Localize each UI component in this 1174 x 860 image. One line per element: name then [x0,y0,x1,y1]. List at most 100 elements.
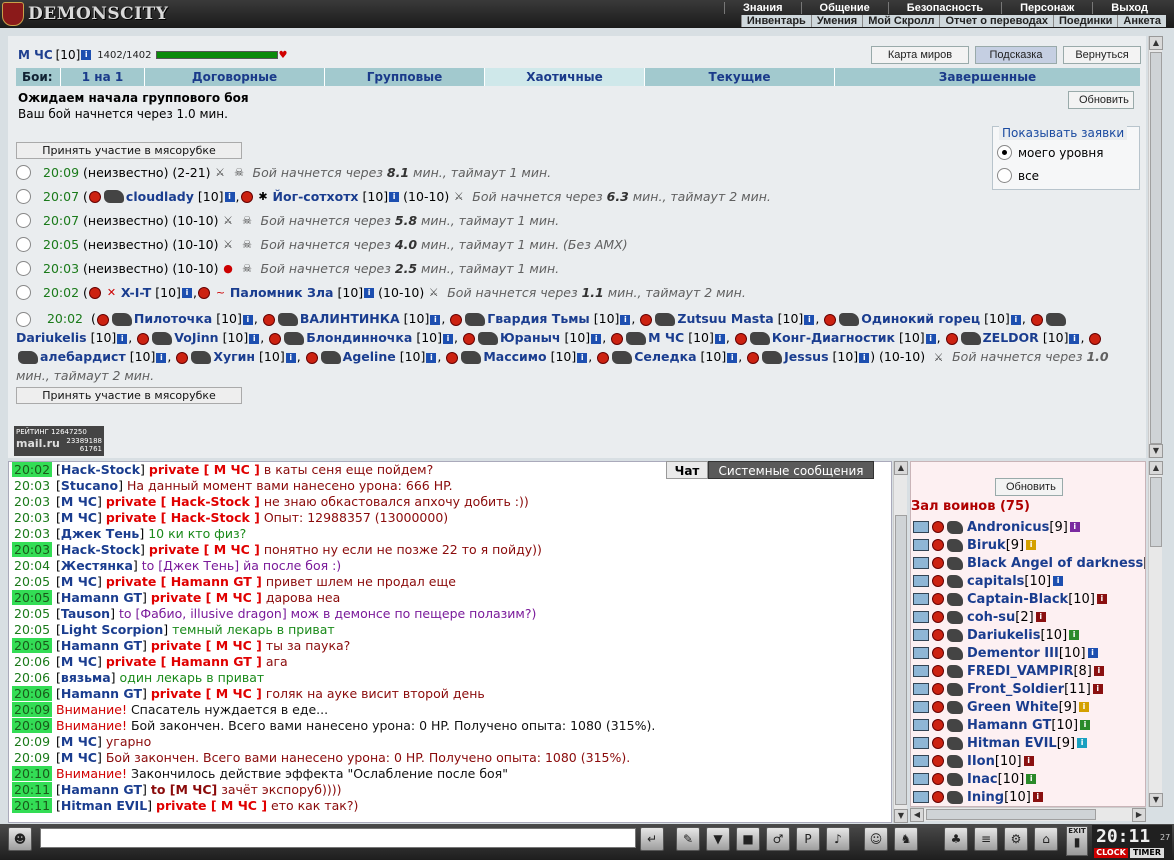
info-icon[interactable]: i [859,352,870,363]
player-link[interactable]: Jessus [784,349,828,364]
tab-finished[interactable]: Завершенные [834,68,1140,86]
info-icon[interactable]: i [714,333,725,344]
join-melee-button-top[interactable]: Принять участие в мясорубке [16,142,242,159]
sender-nick[interactable]: Hamann GT [61,686,142,701]
player-link[interactable]: Гвардия Тьмы [487,311,589,326]
sender-nick[interactable]: Hack-Stock [61,542,140,557]
warrior-name[interactable]: Hitman EVIL [967,736,1057,751]
info-icon[interactable]: i [117,333,128,344]
menu-exit[interactable]: Выход [1092,2,1166,14]
player-link[interactable]: Zutsuu Masta [677,311,773,326]
warrior-name[interactable]: Andronicus [967,520,1049,535]
private-tag[interactable]: private [ Hack-Stock ] [106,494,260,509]
sender-nick[interactable]: М ЧС [61,510,97,525]
info-icon[interactable]: i [727,352,738,363]
scroll-thumb[interactable] [1150,52,1162,444]
info-icon[interactable]: i [1032,792,1043,802]
message-time[interactable]: 20:05 [12,574,52,589]
whisper-icon[interactable] [913,665,929,677]
sender-nick[interactable]: Hack-Stock [61,462,140,477]
scroll-thumb[interactable] [926,809,1096,820]
whisper-icon[interactable] [913,701,929,713]
bid-radio[interactable] [16,213,31,228]
sender-nick[interactable]: Light Scorpion [61,622,163,637]
whisper-icon[interactable] [913,539,929,551]
warriors-hscrollbar[interactable]: ◀ ▶ [910,807,1146,822]
menu-security[interactable]: Безопасность [887,2,1001,14]
player-link[interactable]: cloudlady [126,189,194,204]
submenu-duels[interactable]: Поединки [1053,15,1117,27]
message-time[interactable]: 20:10 [12,766,53,781]
whisper-icon[interactable] [913,791,929,803]
info-icon[interactable]: i [389,191,400,202]
private-tag[interactable]: private [ М ЧС ] [149,542,260,557]
info-icon[interactable]: i [1023,756,1034,766]
message-time[interactable]: 20:04 [12,558,52,573]
bid-radio[interactable] [16,285,31,300]
person-icon[interactable]: ♂ [766,827,790,851]
scroll-thumb[interactable] [895,515,907,805]
info-icon[interactable]: i [577,352,588,363]
info-icon[interactable]: i [1010,314,1021,325]
whisper-icon[interactable] [913,683,929,695]
warrior-name[interactable]: Captain-Black [967,592,1068,607]
scroll-down-icon[interactable]: ▼ [1149,444,1163,458]
whisper-icon[interactable] [913,629,929,641]
filter-option-all[interactable]: все [997,168,1039,183]
player-link[interactable]: Юраныч [500,330,561,345]
private-tag[interactable]: private [ М ЧС ] [156,798,267,813]
message-time[interactable]: 20:06 [12,670,52,685]
tab-current[interactable]: Текущие [644,68,834,86]
player-link[interactable]: X-I-T [121,285,151,300]
hint-button[interactable]: Подсказка [975,46,1057,64]
info-icon[interactable]: i [1079,702,1089,712]
info-icon[interactable]: i [1092,684,1103,694]
player-link[interactable]: ВАЛИНТИНКА [300,311,400,326]
message-time[interactable]: 20:03 [12,526,52,541]
message-time[interactable]: 20:03 [12,494,52,509]
private-tag[interactable]: to [М ЧС] [151,782,217,797]
whisper-icon[interactable] [913,719,929,731]
warrior-name[interactable]: capitals [967,574,1024,589]
tab-group[interactable]: Групповые [324,68,484,86]
warrior-name[interactable]: IIon [967,754,995,769]
info-icon[interactable]: i [1080,720,1091,730]
player-link[interactable]: Хугин [213,349,255,364]
player-link[interactable]: Конг-Диагностик [772,330,895,345]
private-tag[interactable]: private [ М ЧС ] [151,590,262,605]
player-link[interactable]: Одинокий горец [861,311,980,326]
scroll-left-icon[interactable]: ◀ [910,808,924,822]
private-tag[interactable]: private [ М ЧС ] [151,686,262,701]
chat-log[interactable]: 20:02 [Hack-Stock] private [ М ЧС ] в ка… [8,461,892,823]
eraser-icon[interactable]: ✎ [676,827,700,851]
whisper-icon[interactable] [913,755,929,767]
info-icon[interactable]: i [1093,666,1104,676]
message-time[interactable]: 20:03 [12,478,52,493]
submenu-profile[interactable]: Анкета [1117,15,1166,27]
info-icon[interactable]: i [224,191,235,202]
message-time[interactable]: 20:09 [12,750,52,765]
world-map-button[interactable]: Карта миров [871,46,969,64]
info-icon[interactable]: i [1087,648,1098,658]
player-link[interactable]: алебардист [40,349,126,364]
whisper-icon[interactable] [913,647,929,659]
info-icon[interactable]: i [81,50,92,60]
info-icon[interactable]: i [804,314,815,325]
bid-radio[interactable] [16,261,31,276]
chat-scrollbar[interactable]: ▲ ▼ [893,461,908,823]
timer-button[interactable]: TIMER [1130,848,1164,858]
info-icon[interactable]: i [430,314,441,325]
bid-radio[interactable] [16,165,31,180]
submenu-transfers[interactable]: Отчет о переводах [939,15,1053,27]
message-time[interactable]: 20:02 [12,462,53,477]
sender-nick[interactable]: М ЧС [61,494,97,509]
player-link[interactable]: М ЧС [648,330,684,345]
tab-chat[interactable]: Чат [666,461,708,479]
message-time[interactable]: 20:05 [12,638,53,653]
exit-button[interactable]: EXIT ▮ [1066,826,1088,856]
music-icon[interactable]: ♪ [826,827,850,851]
message-time[interactable]: 20:05 [12,590,53,605]
info-icon[interactable]: i [591,333,602,344]
warrior-name[interactable]: FREDI_VAMPIR [967,664,1073,679]
scroll-down-icon[interactable]: ▼ [1149,793,1163,807]
